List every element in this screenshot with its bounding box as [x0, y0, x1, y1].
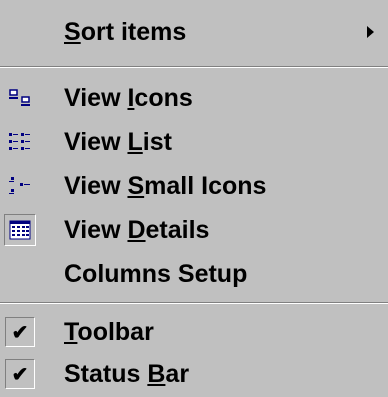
menu-separator — [0, 66, 388, 68]
columns-setup-label: Columns Setup — [64, 259, 248, 288]
checkmark-icon: ✔ — [5, 317, 35, 347]
toolbar-check-slot: ✔ — [4, 316, 36, 348]
menu-item-columns-setup[interactable]: Columns Setup — [0, 252, 388, 296]
menu-item-status-bar[interactable]: ✔ Status Bar — [0, 352, 388, 396]
context-menu: Sort items View Icons View List View Sma… — [0, 0, 388, 397]
menu-separator — [0, 302, 388, 304]
details-view-icon-slot — [4, 214, 36, 246]
small-icons-view-icon — [4, 170, 36, 202]
menu-item-sort-items[interactable]: Sort items — [0, 10, 388, 54]
menu-item-toolbar[interactable]: ✔ Toolbar — [0, 310, 388, 354]
menu-item-view-small-icons[interactable]: View Small Icons — [0, 164, 388, 208]
menu-item-view-list[interactable]: View List — [0, 120, 388, 164]
menu-item-view-details[interactable]: View Details — [0, 208, 388, 252]
details-view-icon — [4, 214, 36, 246]
view-small-icons-label: View Small Icons — [64, 171, 267, 200]
sort-items-label: Sort items — [64, 17, 187, 46]
status-bar-check-slot: ✔ — [4, 358, 36, 390]
toolbar-label: Toolbar — [64, 317, 154, 346]
view-details-label: View Details — [64, 215, 210, 244]
menu-item-view-icons[interactable]: View Icons — [0, 76, 388, 120]
view-list-label: View List — [64, 127, 172, 156]
view-icons-label: View Icons — [64, 83, 193, 112]
large-icons-view-icon — [4, 82, 36, 114]
list-view-icon — [4, 126, 36, 158]
checkmark-icon: ✔ — [5, 359, 35, 389]
submenu-arrow-icon — [367, 26, 374, 38]
status-bar-label: Status Bar — [64, 359, 190, 388]
